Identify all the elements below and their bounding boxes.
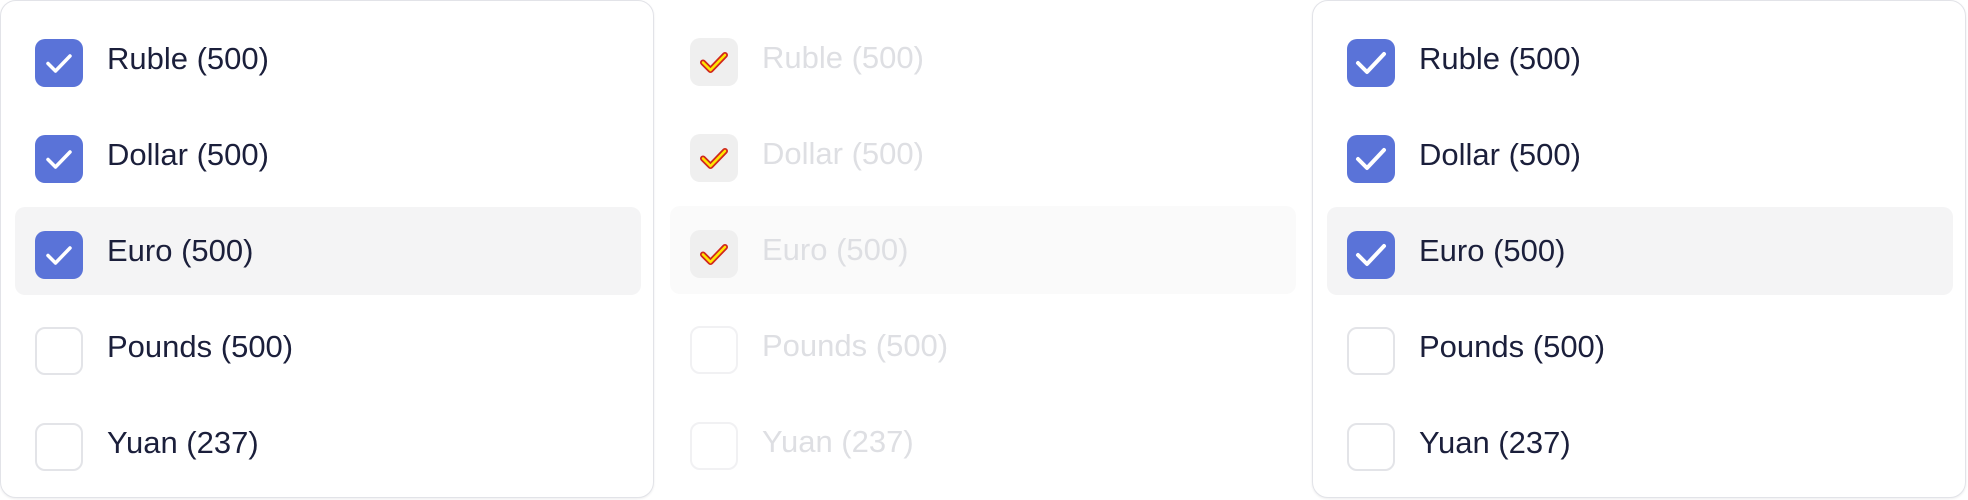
checkbox-ruble — [690, 38, 738, 86]
checkbox-list-panel: Ruble (500) Dollar (500) Euro (500) Poun… — [0, 0, 654, 498]
checkbox-ruble[interactable] — [1347, 39, 1395, 87]
check-icon — [46, 150, 72, 169]
list-item-pounds: Pounds (500) — [670, 302, 1296, 390]
checkbox-list: Ruble (500) Dollar (500) Euro (500) Poun… — [15, 15, 641, 495]
checkbox-list-panel-disabled: Ruble (500) Dollar (500) Euro (500) Poun… — [656, 0, 1310, 498]
checkbox-yuan[interactable] — [1347, 423, 1395, 471]
checkbox-list-showcase: Ruble (500) Dollar (500) Euro (500) Poun… — [0, 0, 1968, 500]
check-icon — [700, 148, 728, 169]
list-item-yuan[interactable]: Yuan (237) — [15, 399, 641, 487]
checkbox-label: Euro (500) — [1419, 233, 1566, 268]
checkbox-label: Yuan (237) — [762, 424, 914, 459]
check-icon — [700, 244, 728, 265]
list-item-pounds[interactable]: Pounds (500) — [1327, 303, 1953, 391]
list-item-pounds[interactable]: Pounds (500) — [15, 303, 641, 391]
checkbox-label: Dollar (500) — [1419, 137, 1581, 172]
checkbox-label: Dollar (500) — [107, 137, 269, 172]
checkbox-label: Ruble (500) — [107, 41, 269, 76]
list-item-ruble[interactable]: Ruble (500) — [1327, 15, 1953, 103]
checkbox-yuan — [690, 422, 738, 470]
checkbox-yuan[interactable] — [35, 423, 83, 471]
check-icon — [1356, 52, 1386, 74]
check-icon — [46, 54, 72, 73]
checkbox-pounds[interactable] — [1347, 327, 1395, 375]
list-item-ruble[interactable]: Ruble (500) — [15, 15, 641, 103]
list-item-euro: Euro (500) — [670, 206, 1296, 294]
checkbox-euro[interactable] — [1347, 231, 1395, 279]
checkbox-list: Ruble (500) Dollar (500) Euro (500) Poun… — [1327, 15, 1953, 495]
checkbox-list-panel: Ruble (500) Dollar (500) Euro (500) Poun… — [1312, 0, 1966, 498]
list-item-dollar: Dollar (500) — [670, 110, 1296, 198]
checkbox-dollar — [690, 134, 738, 182]
list-item-dollar[interactable]: Dollar (500) — [15, 111, 641, 199]
check-icon — [700, 52, 728, 73]
list-item-dollar[interactable]: Dollar (500) — [1327, 111, 1953, 199]
checkbox-pounds — [690, 326, 738, 374]
checkbox-pounds[interactable] — [35, 327, 83, 375]
checkbox-label: Pounds (500) — [107, 329, 294, 364]
list-item-yuan[interactable]: Yuan (237) — [1327, 399, 1953, 487]
checkbox-ruble[interactable] — [35, 39, 83, 87]
checkbox-list: Ruble (500) Dollar (500) Euro (500) Poun… — [670, 14, 1296, 494]
checkbox-label: Pounds (500) — [762, 328, 949, 363]
checkbox-label: Dollar (500) — [762, 136, 924, 171]
checkbox-label: Yuan (237) — [107, 425, 259, 460]
list-item-yuan: Yuan (237) — [670, 398, 1296, 486]
checkbox-label: Pounds (500) — [1419, 329, 1606, 364]
checkbox-euro — [690, 230, 738, 278]
list-item-euro[interactable]: Euro (500) — [1327, 207, 1953, 295]
checkbox-euro[interactable] — [35, 231, 83, 279]
checkbox-label: Ruble (500) — [762, 40, 924, 75]
checkbox-label: Ruble (500) — [1419, 41, 1581, 76]
check-icon — [1356, 148, 1386, 170]
checkbox-label: Euro (500) — [762, 232, 909, 267]
check-icon — [1356, 244, 1386, 266]
list-item-ruble: Ruble (500) — [670, 14, 1296, 102]
list-item-euro[interactable]: Euro (500) — [15, 207, 641, 295]
checkbox-label: Euro (500) — [107, 233, 254, 268]
checkbox-label: Yuan (237) — [1419, 425, 1571, 460]
check-icon — [46, 246, 72, 265]
checkbox-dollar[interactable] — [1347, 135, 1395, 183]
checkbox-dollar[interactable] — [35, 135, 83, 183]
